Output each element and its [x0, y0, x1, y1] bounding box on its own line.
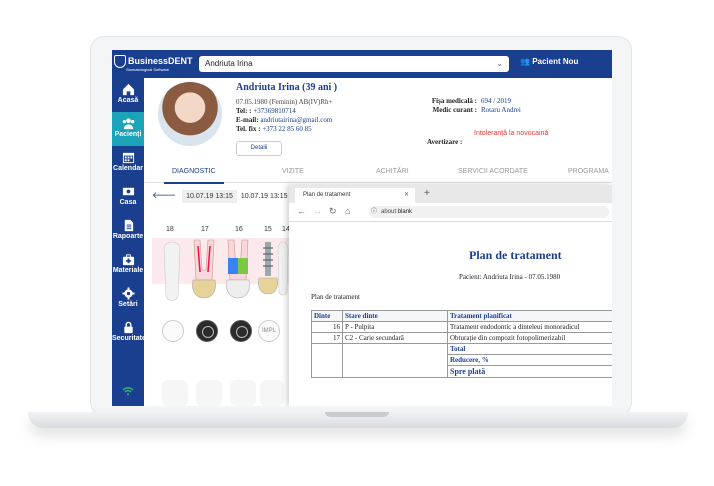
patient-name: Andriuta Irina (39 ani ) [236, 82, 338, 93]
patients-icon [122, 118, 134, 130]
warning-value: Intoleranță la novocaină [474, 130, 549, 137]
patient-avatar [158, 82, 222, 146]
reload-icon[interactable]: ↻ [329, 206, 337, 217]
new-patient-button[interactable]: 👥 Pacient Nou [520, 57, 578, 66]
document-patient: Pacient: Andriuta Irina - 07.05.1980 [459, 273, 561, 281]
info-icon: ⓘ [371, 209, 378, 215]
browser-address-bar: ← → ↻ ⌂ ⓘ about:blank [289, 203, 612, 222]
tab-diagnostic[interactable]: DIAGNOSTIC [164, 162, 224, 184]
warning-label: Avertizare : [427, 138, 463, 146]
tab-servicii[interactable]: SERVICII ACORDATE [458, 162, 528, 182]
app-screen: BusinessDENT Stomatological Software Andr… [112, 50, 612, 406]
browser-tab-bar: Plan de tratament ✕ + [289, 185, 612, 203]
new-tab-icon[interactable]: + [424, 188, 430, 199]
lower-tooth[interactable] [260, 380, 284, 406]
patient-landline[interactable]: +373 22 85 60 85 [262, 125, 311, 133]
browser-tab[interactable]: Plan de tratament ✕ [295, 188, 415, 203]
table-row: 16 P - Pulpita Tratament endodontic a di… [311, 321, 612, 333]
calendar-icon [122, 152, 134, 164]
top-bar: BusinessDENT Stomatological Software Andr… [112, 50, 612, 78]
sidebar: Acasă Pacienți Calendar Casa Rapoarte Ma… [112, 78, 146, 406]
patient-tabs: DIAGNOSTIC VIZITE ACHITĂRI SERVICII ACOR… [144, 162, 612, 184]
patient-phone[interactable]: +37369810714 [253, 107, 295, 115]
sidebar-item-casa[interactable]: Casa [112, 180, 144, 214]
wifi-icon [122, 387, 134, 396]
patient-birth: 07.05.1980 (Feminin) AB(IV)Rh+ [236, 98, 333, 106]
patient-select[interactable]: Andriuta Irina ⌄ [199, 56, 509, 72]
table-header: Dinte [311, 310, 343, 322]
tooth-number: 18 [166, 226, 174, 233]
laptop-notch [325, 412, 389, 417]
tooth-18[interactable] [158, 238, 186, 306]
document-title: Plan de tratament [469, 248, 562, 262]
shield-logo-icon [114, 55, 126, 68]
sidebar-item-pacienti[interactable]: Pacienți [112, 112, 144, 146]
sidebar-item-rapoarte[interactable]: Rapoarte [112, 214, 144, 248]
arrow-left-icon[interactable]: 🡐 [152, 190, 176, 200]
tab-programari[interactable]: PROGRAMA [568, 162, 609, 182]
sidebar-item-acasa[interactable]: Acasă [112, 78, 144, 112]
lock-icon [123, 321, 133, 334]
lower-tooth[interactable] [162, 380, 188, 406]
treatment-table: Dinte Stare dinte Tratament planificat 1… [311, 310, 612, 378]
sidebar-item-securitate[interactable]: Securitate [112, 316, 146, 350]
table-header: Tratament planificat [447, 310, 612, 322]
tooth-number: 16 [235, 226, 243, 233]
tooth-occlusal-view[interactable] [196, 320, 218, 342]
table-row: 17 C2 - Carie secundară Obturație din co… [311, 332, 612, 344]
visit-dates: 🡐 10.07.19 13:15 10.07.19 13:15 [152, 190, 288, 203]
total-row: Total [311, 343, 612, 355]
sidebar-item-calendar[interactable]: Calendar [112, 146, 144, 180]
tooth-14[interactable] [276, 238, 290, 306]
date-chip[interactable]: 10.07.19 13:15 [182, 190, 237, 203]
discount-row: Reducere, % [311, 354, 612, 366]
tooth-16[interactable] [224, 238, 252, 306]
patient-email[interactable]: andriutairina@gmail.com [260, 116, 332, 124]
materials-icon [122, 254, 134, 266]
sidebar-item-materiale[interactable]: Materiale [112, 248, 144, 282]
home-icon [122, 83, 134, 96]
patient-contact: 07.05.1980 (Feminin) AB(IV)Rh+ Tel: : +3… [236, 98, 333, 133]
attending-doctor: Rotaru Andrei [481, 106, 521, 114]
cash-icon [122, 187, 134, 196]
tooth-number: 17 [201, 226, 209, 233]
home-icon[interactable]: ⌂ [345, 206, 350, 216]
table-header: Stare dinte [342, 310, 448, 322]
implant-marker[interactable]: IMPL [258, 320, 280, 342]
lower-tooth[interactable] [196, 380, 222, 406]
tab-vizite[interactable]: VIZITE [282, 162, 304, 182]
tooth-17[interactable] [190, 238, 218, 306]
reports-icon [124, 219, 133, 232]
date-chip[interactable]: 10.07.19 13:15 [241, 193, 288, 200]
gear-icon [121, 287, 135, 300]
tooth-occlusal-view[interactable] [162, 320, 184, 342]
pay-row: Spre plată [311, 365, 612, 378]
close-icon[interactable]: ✕ [404, 188, 409, 203]
brand-logo: BusinessDENT Stomatological Software [114, 55, 193, 72]
lower-tooth[interactable] [230, 380, 256, 406]
back-icon[interactable]: ← [297, 206, 306, 216]
url-field[interactable]: ⓘ about:blank [369, 206, 609, 218]
chevron-down-icon: ⌄ [496, 59, 503, 68]
medical-record-number: 694 / 2019 [481, 97, 511, 105]
sidebar-item-setari[interactable]: Setări [112, 282, 144, 316]
forward-icon[interactable]: → [313, 206, 322, 216]
tooth-number: 15 [264, 226, 272, 233]
medical-record-info: Fișa medicală :694 / 2019 Medic curant :… [431, 97, 521, 114]
treatment-plan-window: Plan de tratament ✕ + ← → ↻ ⌂ ⓘ about:blan… [289, 185, 612, 406]
details-button[interactable]: Detalii [236, 141, 282, 156]
tab-achitari[interactable]: ACHITĂRI [376, 162, 409, 182]
document-label: Plan de tratament [311, 293, 360, 301]
tooth-occlusal-view[interactable] [230, 320, 252, 342]
